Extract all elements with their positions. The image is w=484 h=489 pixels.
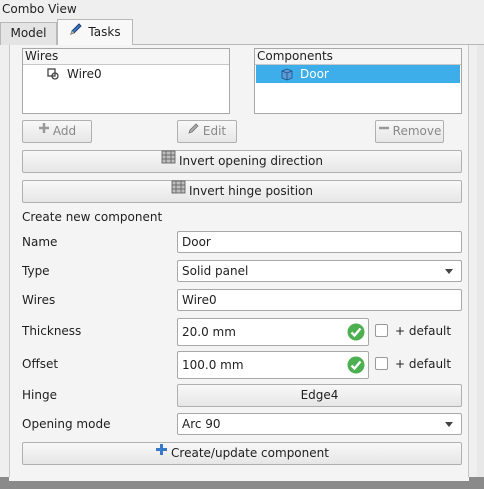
name-value: Door — [182, 235, 211, 249]
remove-button[interactable]: Remove — [375, 120, 444, 143]
hinge-value: Edge4 — [300, 388, 339, 402]
hinge-label: Hinge — [22, 388, 57, 402]
plus-icon — [38, 120, 50, 141]
tab-model-label: Model — [10, 26, 47, 40]
plus-icon — [155, 442, 168, 463]
thickness-default-checkbox[interactable] — [375, 324, 388, 337]
add-button-label: Add — [52, 124, 77, 138]
bottom-border — [0, 477, 484, 489]
name-label: Name — [22, 235, 58, 249]
minus-icon — [378, 120, 390, 141]
invert-opening-button[interactable]: Invert opening direction — [22, 150, 462, 173]
offset-label: Offset — [22, 357, 59, 371]
wires-field[interactable]: Wire0 — [177, 289, 462, 311]
window-title: Combo View — [2, 2, 77, 16]
add-button[interactable]: Add — [22, 120, 92, 143]
offset-field[interactable]: 100.0 mm — [177, 351, 369, 379]
offset-default-label: + default — [395, 357, 452, 371]
thickness-value: 20.0 mm — [182, 325, 236, 339]
wires-value: Wire0 — [182, 293, 217, 307]
tab-tasks-label: Tasks — [88, 25, 121, 39]
tab-tasks[interactable]: Tasks — [57, 19, 133, 46]
tab-bar: Model Tasks — [0, 18, 484, 46]
tab-model[interactable]: Model — [0, 22, 57, 45]
thickness-label: Thickness — [22, 324, 82, 338]
component-item-label: Door — [300, 67, 329, 81]
offset-default-checkbox[interactable] — [375, 357, 388, 370]
chevron-down-icon — [445, 422, 453, 427]
wire-item-label: Wire0 — [67, 67, 102, 81]
hinge-button[interactable]: Edge4 — [177, 384, 462, 407]
name-field[interactable]: Door — [177, 231, 462, 253]
invert-hinge-button[interactable]: Invert hinge position — [22, 180, 462, 203]
thickness-field[interactable]: 20.0 mm — [177, 318, 369, 346]
edit-button-label: Edit — [202, 124, 227, 138]
wires-list[interactable]: Wires Wire0 — [22, 48, 230, 114]
type-label: Type — [22, 264, 50, 278]
list-item[interactable]: Wire0 — [23, 65, 229, 83]
chevron-down-icon — [445, 269, 453, 274]
list-item[interactable]: Door — [256, 65, 460, 83]
thickness-default-label: + default — [395, 324, 452, 338]
wires-label: Wires — [22, 293, 56, 307]
components-list[interactable]: Components Door — [254, 48, 462, 114]
invert-opening-label: Invert opening direction — [179, 154, 323, 168]
check-icon — [347, 323, 365, 350]
create-update-component-button[interactable]: Create/update component — [22, 442, 462, 465]
invert-hinge-label: Invert hinge position — [189, 184, 313, 198]
components-list-header: Components — [255, 49, 461, 65]
opening-mode-select[interactable]: Arc 90 — [177, 413, 462, 435]
cube-icon — [280, 67, 294, 86]
section-title: Create new component — [22, 210, 163, 224]
offset-value: 100.0 mm — [182, 358, 244, 372]
wires-list-header: Wires — [23, 49, 229, 65]
remove-button-label: Remove — [392, 124, 442, 138]
check-icon — [347, 356, 365, 383]
type-select[interactable]: Solid panel — [177, 260, 462, 282]
opening-mode-label: Opening mode — [22, 417, 111, 431]
wire-icon — [46, 67, 60, 86]
scrollbar[interactable] — [477, 45, 484, 477]
edit-button[interactable]: Edit — [177, 120, 237, 143]
type-value: Solid panel — [182, 264, 249, 278]
opening-mode-value: Arc 90 — [182, 417, 221, 431]
flip-icon — [171, 180, 186, 201]
create-update-label: Create/update component — [171, 446, 329, 460]
pencil-icon — [188, 120, 200, 141]
pencil-icon — [69, 20, 83, 45]
flip-icon — [161, 150, 176, 171]
